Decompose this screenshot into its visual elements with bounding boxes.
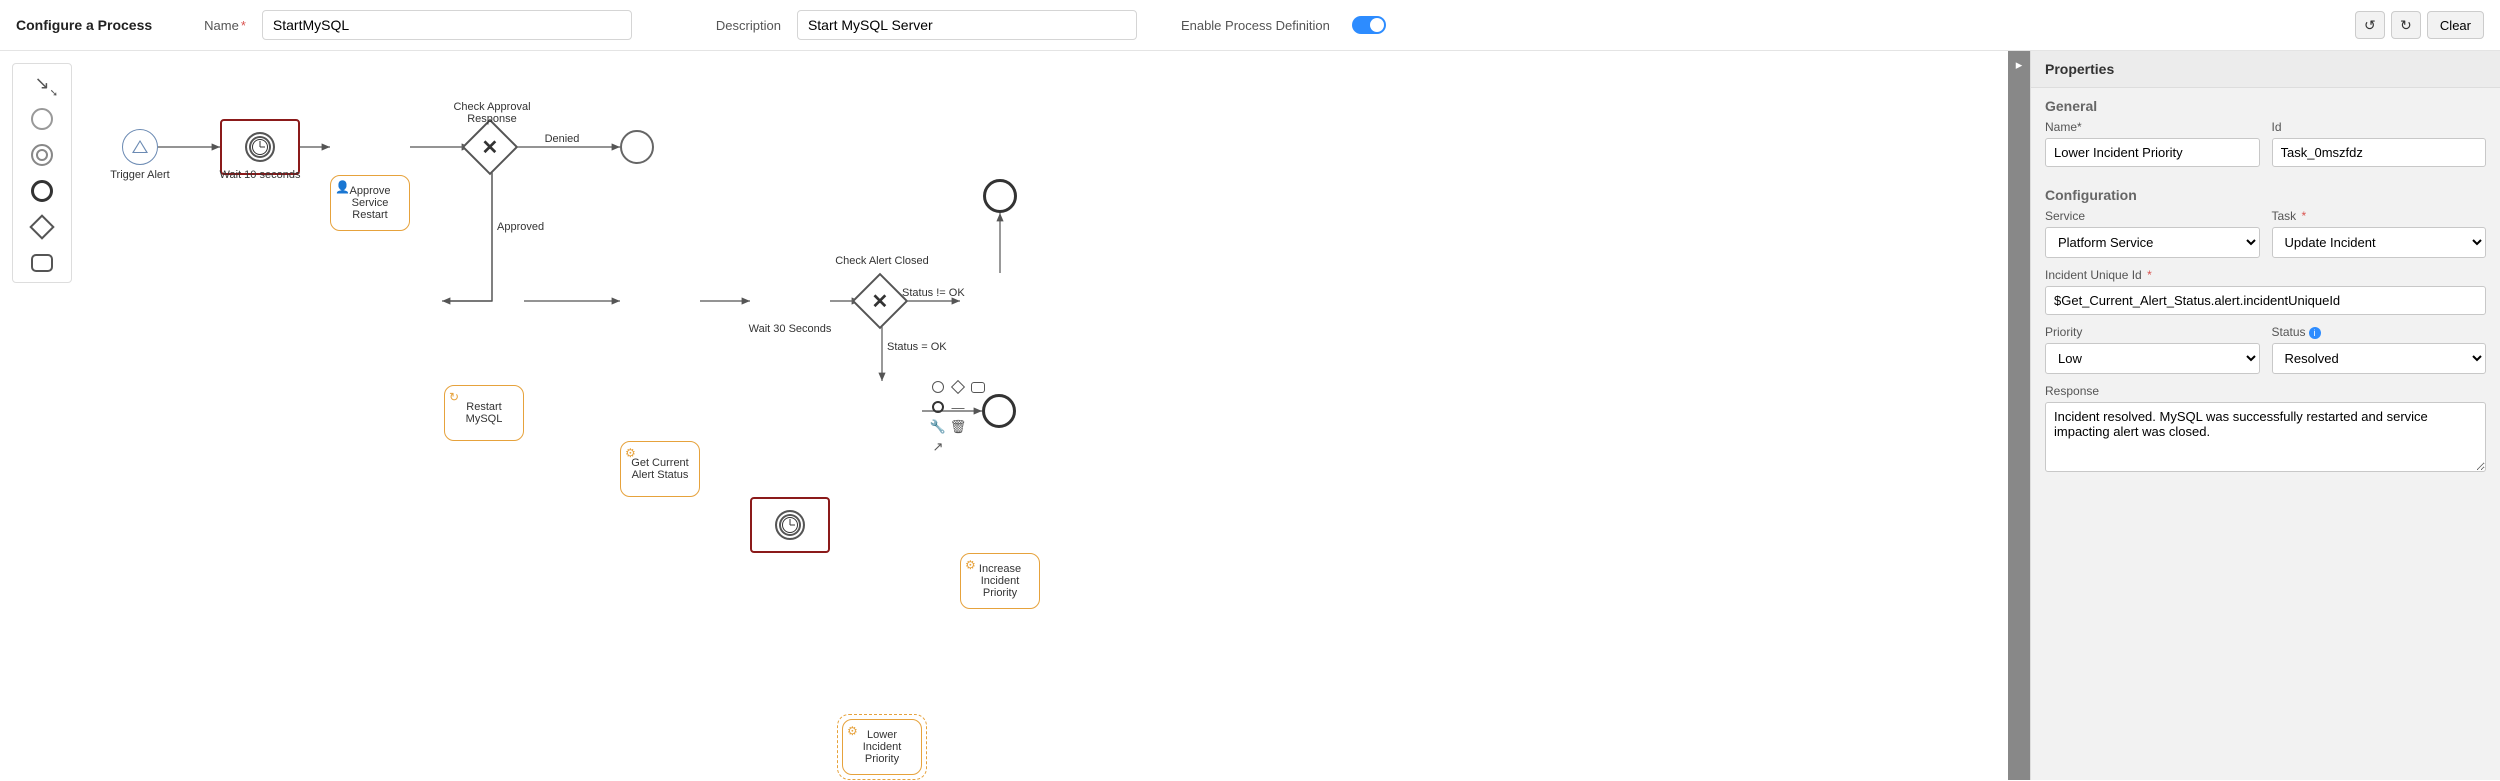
prop-id-label: Id	[2272, 120, 2487, 134]
edge-label-status-ok: Status = OK	[887, 341, 957, 353]
description-label: Description	[716, 18, 781, 33]
prop-status-label: Statusi	[2272, 325, 2487, 339]
context-trash-icon[interactable]: 🗑	[950, 419, 966, 435]
prop-priority-label: Priority	[2045, 325, 2260, 339]
task-tool[interactable]	[29, 250, 55, 276]
context-append-gateway[interactable]	[950, 379, 966, 395]
clear-button[interactable]: Clear	[2427, 11, 2484, 39]
palette: ↘	[12, 63, 72, 283]
main-area: ↘	[0, 51, 2500, 780]
context-wrench-icon[interactable]: 🔧	[930, 419, 946, 435]
chevron-right-icon: ▸	[2016, 57, 2023, 73]
service-task-icon: ⚙	[965, 558, 976, 572]
general-section-title: General	[2031, 88, 2500, 120]
info-icon[interactable]: i	[2309, 327, 2321, 339]
properties-title: Properties	[2031, 51, 2500, 88]
script-task-icon: ↻	[449, 390, 459, 404]
context-connect-icon[interactable]: ↗	[930, 439, 946, 455]
context-pad: — 🔧 🗑 ↗	[930, 379, 986, 455]
task-get-current-alert-status[interactable]: ⚙ Get Current Alert Status	[620, 441, 700, 497]
gateway1-label: Check Approval Response	[442, 101, 542, 125]
start-event-label: Trigger Alert	[90, 169, 190, 181]
prop-name-input[interactable]	[2045, 138, 2260, 167]
start-event-trigger-alert[interactable]	[122, 129, 158, 165]
user-task-icon: 👤	[335, 180, 350, 194]
header-bar: Configure a Process Name* Description En…	[0, 0, 2500, 51]
gateway-tool[interactable]	[29, 214, 55, 240]
prop-name-label: Name*	[2045, 120, 2260, 134]
prop-service-select[interactable]: Platform Service	[2045, 227, 2260, 258]
intermediate-event-tool[interactable]	[29, 142, 55, 168]
edge-label-status-not-ok: Status != OK	[902, 287, 972, 299]
name-label: Name*	[204, 18, 246, 33]
prop-response-label: Response	[2045, 384, 2486, 398]
edge-label-denied: Denied	[532, 133, 592, 145]
timer-wait-10-seconds[interactable]	[220, 119, 300, 175]
enable-label: Enable Process Definition	[1181, 18, 1330, 33]
context-append-end-event[interactable]	[930, 399, 946, 415]
page-title: Configure a Process	[16, 17, 152, 33]
gateway-check-approval[interactable]: ✕	[470, 127, 510, 167]
properties-panel: Properties General Name* Id Configuratio…	[2030, 51, 2500, 780]
redo-button[interactable]: ↻	[2391, 11, 2421, 39]
end-event-lower[interactable]	[982, 394, 1016, 428]
undo-button[interactable]: ↺	[2355, 11, 2385, 39]
flow-connectors	[72, 51, 2008, 780]
prop-priority-select[interactable]: Low	[2045, 343, 2260, 374]
redo-icon: ↻	[2400, 17, 2412, 34]
edge-label-approved: Approved	[497, 221, 557, 233]
wait10-label: Wait 10 seconds	[210, 169, 310, 181]
prop-incident-id-label: Incident Unique Id *	[2045, 268, 2486, 282]
prop-status-select[interactable]: Resolved	[2272, 343, 2487, 374]
enable-process-toggle[interactable]	[1352, 16, 1386, 34]
prop-service-label: Service	[2045, 209, 2260, 223]
undo-icon: ↺	[2364, 17, 2376, 34]
task-approve-service-restart[interactable]: 👤 Approve Service Restart	[330, 175, 410, 231]
gateway-check-alert-closed[interactable]: ✕	[860, 281, 900, 321]
service-task-icon: ⚙	[847, 724, 858, 738]
process-name-input[interactable]	[262, 10, 632, 40]
task-lower-incident-priority[interactable]: ⚙ Lower Incident Priority	[842, 719, 922, 775]
start-event-tool[interactable]	[29, 106, 55, 132]
process-canvas[interactable]: Trigger Alert Wait 10 seconds 👤 Approve …	[72, 51, 2008, 780]
prop-task-select[interactable]: Update Incident	[2272, 227, 2487, 258]
context-append-event[interactable]	[930, 379, 946, 395]
end-event-tool[interactable]	[29, 178, 55, 204]
gateway2-label: Check Alert Closed	[832, 255, 932, 267]
task-increase-incident-priority[interactable]: ⚙ Increase Incident Priority	[960, 553, 1040, 609]
prop-incident-id-input[interactable]	[2045, 286, 2486, 315]
end-event-increase[interactable]	[983, 179, 1017, 213]
prop-task-label: Task *	[2272, 209, 2487, 223]
task-restart-mysql[interactable]: ↻ Restart MySQL	[444, 385, 524, 441]
service-task-icon: ⚙	[625, 446, 636, 460]
configuration-section-title: Configuration	[2031, 177, 2500, 209]
context-annotation-icon[interactable]: —	[950, 399, 966, 415]
prop-response-textarea[interactable]	[2045, 402, 2486, 472]
properties-collapse-button[interactable]: ▸	[2008, 51, 2030, 780]
prop-id-input[interactable]	[2272, 138, 2487, 167]
wait30-label: Wait 30 Seconds	[740, 323, 840, 335]
lasso-tool-icon[interactable]: ↘	[29, 70, 55, 96]
end-event-denied[interactable]	[620, 130, 654, 164]
context-append-task[interactable]	[970, 379, 986, 395]
process-description-input[interactable]	[797, 10, 1137, 40]
timer-wait-30-seconds[interactable]	[750, 497, 830, 553]
